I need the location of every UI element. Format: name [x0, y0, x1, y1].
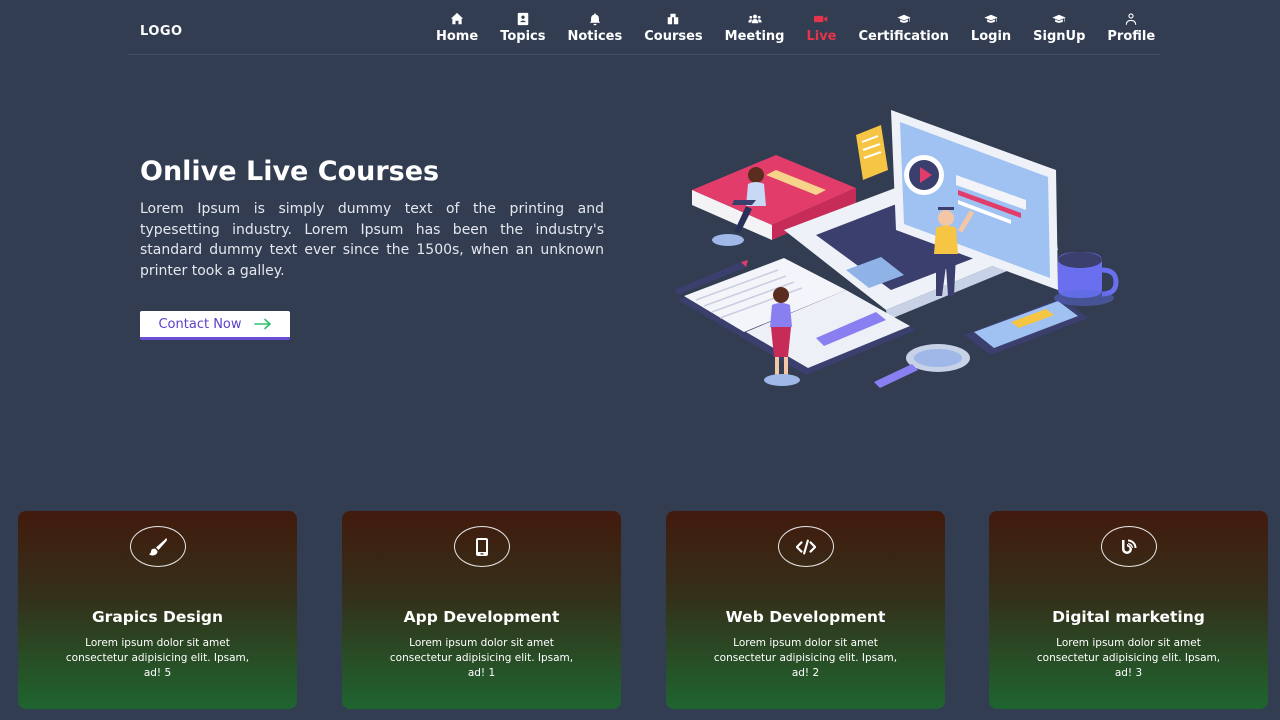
bell-icon	[589, 13, 601, 26]
user-icon	[1126, 13, 1137, 25]
address-book-icon	[517, 12, 529, 26]
service-card-app-development[interactable]: App Development Lorem ipsum dolor sit am…	[342, 511, 621, 709]
nav-label: Profile	[1107, 29, 1156, 44]
card-title: Grapics Design	[91, 608, 224, 626]
icon-circle	[778, 526, 834, 567]
graduation-cap-icon	[1052, 14, 1066, 23]
nav-label: Live	[806, 29, 837, 44]
nav-item-courses[interactable]: Courses	[633, 12, 713, 52]
navbar: LOGO Home Topics Notices Courses Meeting…	[128, 0, 1160, 55]
service-cards: Grapics Design Lorem ipsum dolor sit ame…	[18, 511, 1268, 709]
card-title: App Development	[403, 608, 560, 626]
home-icon	[450, 12, 464, 25]
contact-now-button[interactable]: Contact Now	[140, 311, 290, 340]
paint-brush-icon	[149, 537, 167, 556]
nav-item-profile[interactable]: Profile	[1096, 12, 1166, 52]
nav-label: SignUp	[1033, 29, 1086, 44]
icon-circle	[1101, 526, 1157, 567]
logo[interactable]: LOGO	[140, 24, 183, 39]
hero-title: Onlive Live Courses	[140, 156, 440, 187]
nav-item-live[interactable]: Live	[795, 12, 847, 52]
card-text: Lorem ipsum dolor sit amet consectetur a…	[389, 637, 574, 679]
nav-item-home[interactable]: Home	[425, 12, 489, 52]
nav-label: Login	[970, 29, 1012, 44]
icon-circle	[130, 526, 186, 567]
nav-label: Meeting	[724, 29, 785, 44]
nav-label: Certification	[858, 29, 949, 44]
nav-label: Topics	[500, 29, 546, 44]
mobile-icon	[476, 537, 488, 556]
nav-item-notices[interactable]: Notices	[556, 12, 633, 52]
video-icon	[814, 15, 828, 23]
card-text: Lorem ipsum dolor sit amet consectetur a…	[1036, 637, 1221, 679]
nav-item-signup[interactable]: SignUp	[1022, 12, 1096, 52]
nav-item-topics[interactable]: Topics	[489, 12, 556, 52]
card-text: Lorem ipsum dolor sit amet consectetur a…	[65, 637, 250, 679]
card-title: Web Development	[725, 608, 886, 626]
icon-circle	[454, 526, 510, 567]
arrow-right-icon	[253, 318, 271, 330]
nav-label: Notices	[567, 29, 623, 44]
users-icon	[747, 14, 762, 24]
service-card-graphics[interactable]: Grapics Design Lorem ipsum dolor sit ame…	[18, 511, 297, 709]
contact-now-label: Contact Now	[158, 316, 242, 332]
online-learning-illustration	[674, 110, 1119, 388]
service-card-web-development[interactable]: Web Development Lorem ipsum dolor sit am…	[666, 511, 945, 709]
blogger-icon	[1122, 539, 1137, 554]
nav-label: Home	[436, 29, 479, 44]
service-card-digital-marketing[interactable]: Digital marketing Lorem ipsum dolor sit …	[989, 511, 1268, 709]
card-title: Digital marketing	[1052, 608, 1205, 626]
card-text: Lorem ipsum dolor sit amet consectetur a…	[713, 637, 898, 679]
graduation-cap-icon	[984, 14, 998, 23]
books-icon	[668, 13, 679, 25]
nav-label: Courses	[644, 29, 703, 44]
code-icon	[796, 539, 816, 554]
graduation-cap-icon	[897, 14, 911, 23]
nav-item-login[interactable]: Login	[960, 12, 1022, 52]
hero-description: Lorem Ipsum is simply dummy text of the …	[140, 201, 604, 279]
nav-menu: Home Topics Notices Courses Meeting Live…	[425, 12, 1166, 52]
nav-item-certification[interactable]: Certification	[848, 12, 960, 52]
nav-item-meeting[interactable]: Meeting	[714, 12, 796, 52]
